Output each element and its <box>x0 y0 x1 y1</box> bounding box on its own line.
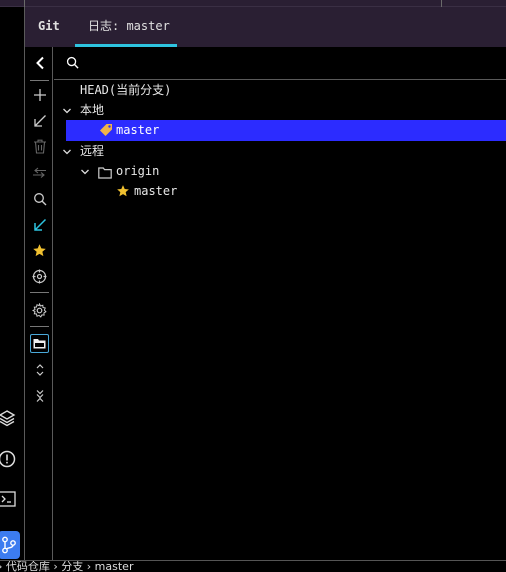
top-strip <box>0 0 506 7</box>
divider <box>24 0 25 7</box>
pull-icon[interactable] <box>30 111 49 130</box>
delete-icon[interactable] <box>30 137 49 156</box>
git-log-toolbar <box>26 47 53 560</box>
tab-git-label: Git <box>38 19 60 33</box>
search-input[interactable] <box>86 53 496 73</box>
tab-git[interactable]: Git <box>38 7 60 47</box>
head-label: HEAD(当前分支) <box>80 83 172 97</box>
tag-icon <box>99 123 113 143</box>
toolbar-divider <box>30 292 49 293</box>
compare-icon[interactable] <box>30 163 49 182</box>
group-by-directory-icon[interactable] <box>30 334 49 353</box>
tab-log[interactable]: 日志: master <box>75 7 177 47</box>
tool-window-tabbar: Git 日志: master <box>25 7 506 47</box>
tree-row-origin[interactable]: origin <box>54 161 506 181</box>
tree-row-local-master[interactable]: master <box>66 120 506 141</box>
activity-bar <box>0 7 25 560</box>
search-icon[interactable] <box>30 189 49 208</box>
local-group-label: 本地 <box>80 103 105 117</box>
collapse-left-icon[interactable] <box>30 53 49 72</box>
branch-search <box>54 47 506 80</box>
settings-icon[interactable] <box>30 301 49 320</box>
tree-row-head[interactable]: HEAD(当前分支) <box>54 80 506 100</box>
collapse-icon[interactable] <box>30 386 49 405</box>
git-icon[interactable] <box>0 531 20 559</box>
toolbar-divider <box>30 326 49 327</box>
expand-icon[interactable] <box>30 360 49 379</box>
search-icon <box>66 56 79 72</box>
tree-row-remote-group[interactable]: 远程 <box>54 141 506 161</box>
layers-icon[interactable] <box>0 407 18 429</box>
star-icon[interactable] <box>30 241 49 260</box>
crosshair-icon[interactable] <box>30 267 49 286</box>
breadcrumb[interactable]: › 代码仓库 › 分支 › master <box>0 561 133 572</box>
checkout-icon[interactable] <box>30 215 49 234</box>
problems-icon[interactable] <box>0 448 18 470</box>
remote-group-label: 远程 <box>80 144 105 158</box>
status-bar: › 代码仓库 › 分支 › master <box>0 560 506 572</box>
tree-row-local-group[interactable]: 本地 <box>54 100 506 120</box>
toolbar-divider <box>30 80 49 81</box>
terminal-icon[interactable] <box>0 488 18 510</box>
add-icon[interactable] <box>30 85 49 104</box>
tab-log-label: 日志: master <box>88 19 170 33</box>
remote-name-label: origin <box>116 164 160 178</box>
local-branch-label: master <box>116 123 160 137</box>
tree-row-remote-master[interactable]: master <box>54 181 506 201</box>
remote-branch-label: master <box>134 184 178 198</box>
divider <box>441 0 442 7</box>
star-icon <box>116 184 130 204</box>
